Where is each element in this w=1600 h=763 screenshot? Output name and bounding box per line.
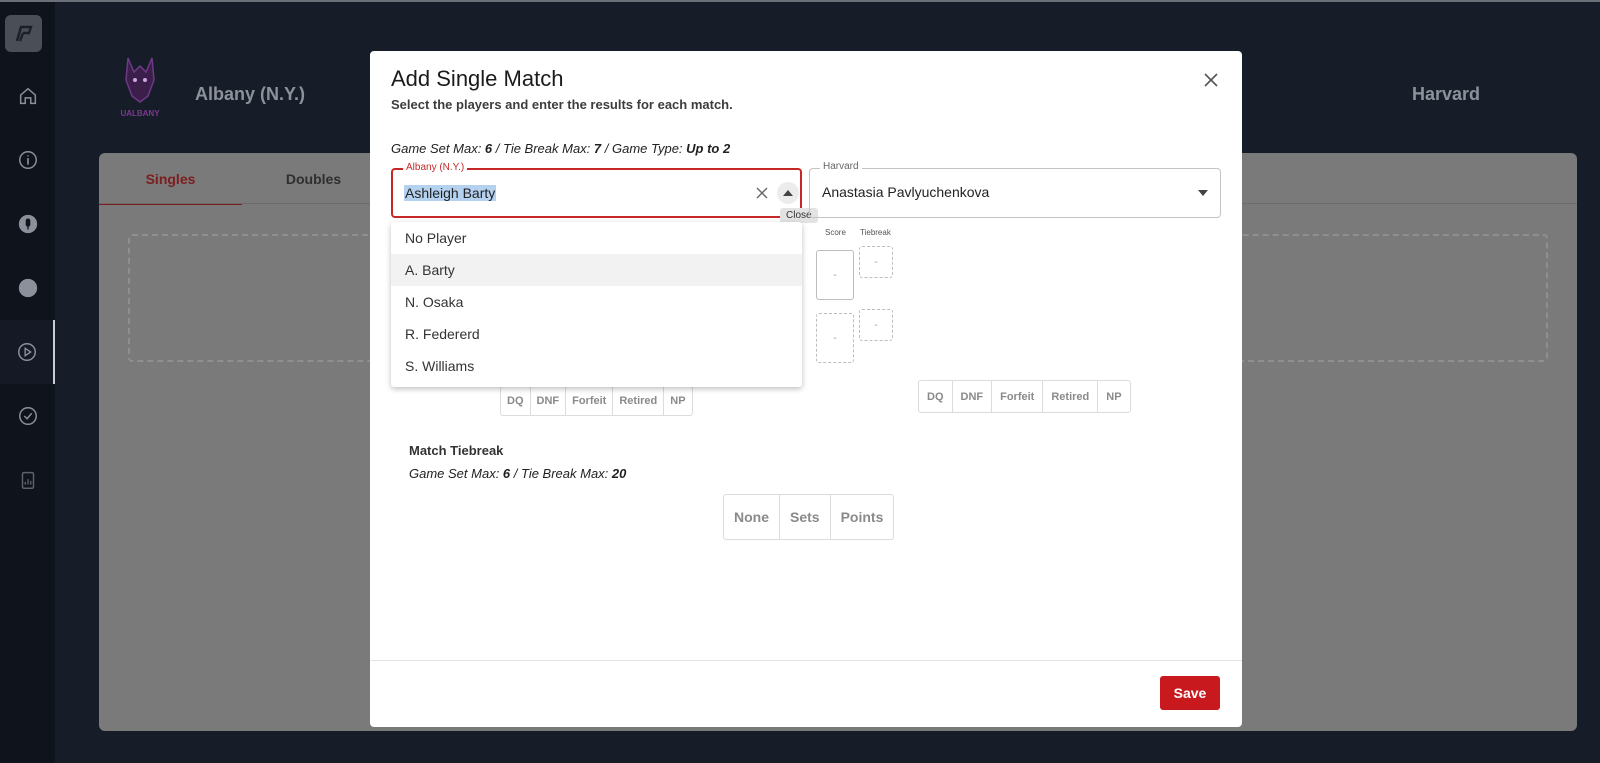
right-np-button[interactable]: NP <box>1098 381 1129 412</box>
sidebar-item-home[interactable] <box>0 64 55 128</box>
save-button[interactable]: Save <box>1160 676 1220 710</box>
tiebreak-sets-button[interactable]: Sets <box>780 495 831 539</box>
left-player-value[interactable]: Ashleigh Barty <box>404 185 497 201</box>
set1-score-input[interactable]: - <box>816 250 854 300</box>
left-dnf-button[interactable]: DNF <box>531 387 567 415</box>
right-player-label: Harvard <box>820 161 862 172</box>
right-player-value[interactable]: Anastasia Pavlyuchenkova <box>822 184 989 200</box>
option-s-williams[interactable]: S. Williams <box>391 350 802 382</box>
info-icon <box>18 151 37 169</box>
left-np-button[interactable]: NP <box>664 387 691 415</box>
left-status-buttons: DQ DNF Forfeit Retired NP <box>500 386 693 416</box>
right-retired-button[interactable]: Retired <box>1043 381 1099 412</box>
sidebar-item-microphone[interactable] <box>0 192 55 256</box>
tiebreak-none-button[interactable]: None <box>724 495 780 539</box>
tab-singles[interactable]: Singles <box>99 171 242 205</box>
clipboard-chart-icon <box>21 471 34 489</box>
microphone-icon <box>18 214 37 234</box>
right-status-buttons: DQ DNF Forfeit Retired NP <box>918 380 1131 413</box>
right-forfeit-button[interactable]: Forfeit <box>992 381 1044 412</box>
app-logo-icon[interactable] <box>5 15 42 52</box>
left-forfeit-button[interactable]: Forfeit <box>566 387 614 415</box>
option-no-player[interactable]: No Player <box>391 222 802 254</box>
close-icon[interactable] <box>1200 69 1222 91</box>
match-tiebreak-options: None Sets Points <box>723 494 895 540</box>
right-team-name: Harvard <box>1412 84 1481 104</box>
player-options-list: No Player A. Barty N. Osaka R. Federerd … <box>391 222 802 387</box>
add-single-match-dialog: Add Single Match Select the players and … <box>370 51 1242 727</box>
dialog-title: Add Single Match <box>391 66 564 91</box>
svg-text:UALBANY: UALBANY <box>120 109 160 118</box>
match-tiebreak-rules: Game Set Max: 6 / Tie Break Max: 20 <box>409 466 627 481</box>
check-circle-icon <box>18 407 37 425</box>
dialog-footer-divider <box>370 660 1242 661</box>
sidebar-item-reports[interactable] <box>0 448 55 512</box>
sidebar-item-matches[interactable] <box>0 320 55 384</box>
match-rules: Game Set Max: 6 / Tie Break Max: 7 / Gam… <box>391 141 731 156</box>
tab-doubles[interactable]: Doubles <box>242 171 385 187</box>
option-a-barty[interactable]: A. Barty <box>391 254 802 286</box>
left-dq-button[interactable]: DQ <box>501 387 531 415</box>
tiebreak-points-button[interactable]: Points <box>831 495 894 539</box>
play-circle-icon <box>17 343 36 361</box>
option-r-federerd[interactable]: R. Federerd <box>391 318 802 350</box>
left-player-label: Albany (N.Y.) <box>403 162 468 173</box>
left-retired-button[interactable]: Retired <box>613 387 665 415</box>
chevron-up-icon[interactable] <box>777 182 799 204</box>
right-dq-button[interactable]: DQ <box>919 381 953 412</box>
clear-icon[interactable] <box>753 184 771 202</box>
right-player-select[interactable]: Harvard Anastasia Pavlyuchenkova <box>809 161 1221 218</box>
score-column-header: Score <box>825 228 846 237</box>
chevron-down-icon[interactable] <box>1197 189 1209 197</box>
sidebar-item-check[interactable] <box>0 384 55 448</box>
left-player-select[interactable]: Albany (N.Y.) Ashleigh Barty <box>391 162 802 218</box>
sidebar <box>0 2 55 763</box>
right-dnf-button[interactable]: DNF <box>953 381 993 412</box>
tiebreak-column-header: Tiebreak <box>860 228 891 237</box>
set2-score-input[interactable]: - <box>816 313 854 363</box>
sidebar-item-info[interactable] <box>0 128 55 192</box>
option-n-osaka[interactable]: N. Osaka <box>391 286 802 318</box>
dialog-subtitle: Select the players and enter the results… <box>391 97 733 112</box>
sidebar-item-circle[interactable] <box>0 256 55 320</box>
match-tiebreak-title: Match Tiebreak <box>409 443 504 458</box>
circle-icon <box>18 278 37 298</box>
set1-tiebreak-input[interactable]: - <box>859 246 893 278</box>
left-team-name: Albany (N.Y.) <box>195 84 306 104</box>
home-icon <box>19 87 36 105</box>
team-logo-icon: UALBANY <box>120 57 160 118</box>
set2-tiebreak-input[interactable]: - <box>859 309 893 341</box>
